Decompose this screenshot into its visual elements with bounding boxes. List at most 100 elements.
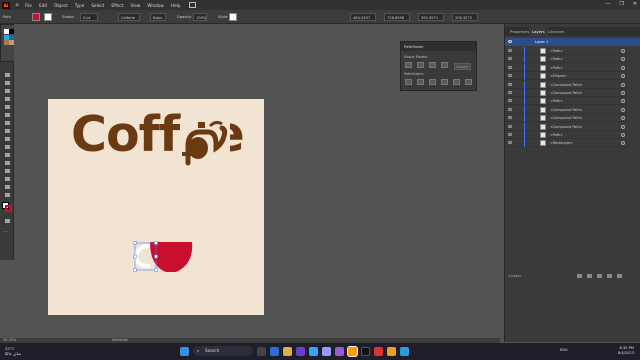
menu-file[interactable]: File [25,3,32,8]
layer-list-item[interactable]: <Path> [505,97,627,106]
rotate-tool-icon[interactable] [3,144,11,150]
merge-button[interactable] [429,79,436,85]
rectangle-tool-icon[interactable] [3,112,11,118]
shaper-tool-icon[interactable] [3,128,11,134]
workspace-grid-icon[interactable] [189,2,197,8]
eyedropper-tool-icon[interactable] [3,176,11,182]
coffee-pot-graphic[interactable] [180,118,230,166]
eraser-tool-icon[interactable] [3,136,11,142]
menu-edit[interactable]: Edit [39,3,47,8]
eye-icon[interactable] [508,99,512,103]
file-explorer-icon[interactable] [283,346,292,356]
paintbrush-tool-icon[interactable] [3,120,11,126]
layer-list-item[interactable]: <Path> [505,131,627,139]
unite-button[interactable] [405,62,412,68]
new-layer-icon[interactable] [607,274,612,278]
task-view-icon[interactable] [257,346,266,356]
eye-icon[interactable] [508,116,512,120]
edge-icon[interactable] [270,346,279,356]
eye-icon[interactable] [508,74,512,78]
fill-swatch[interactable] [32,13,40,21]
target-icon[interactable] [621,133,625,137]
target-icon[interactable] [621,49,625,53]
layer-list-item[interactable]: <Compound Path> [505,114,627,123]
eye-icon[interactable] [508,141,512,145]
target-icon[interactable] [621,99,625,104]
after-effects-icon[interactable] [335,346,344,356]
trim-button[interactable] [417,79,424,85]
browser-icon[interactable] [387,346,396,356]
width-tool-icon[interactable] [3,160,11,166]
outline-button[interactable] [453,79,460,85]
weather-widget[interactable]: 25°C صافٍ غالبًا [5,346,21,356]
minimize-button[interactable]: — [605,1,610,7]
target-icon[interactable] [621,65,625,70]
height-input[interactable]: 206.3272 px [452,13,478,28]
target-icon[interactable] [621,57,625,62]
eye-icon[interactable] [508,124,512,128]
eye-icon[interactable] [508,82,512,86]
variable-width-select[interactable]: Uniform [118,13,140,21]
close-button[interactable]: ✕ [633,1,637,7]
target-icon[interactable] [621,141,625,146]
target-icon[interactable] [621,116,625,121]
layer-list-item[interactable]: <Ellipse> [505,72,627,81]
eye-icon[interactable] [508,49,512,52]
tiktok-icon[interactable] [361,346,370,356]
exclude-button[interactable] [441,62,448,68]
layer-list-item[interactable]: <Compound Path> [505,105,627,114]
coffee-cup-graphic[interactable] [130,238,200,278]
more-tools-icon[interactable]: ··· [3,229,8,235]
selection-tool-icon[interactable] [3,72,11,78]
store-icon[interactable] [296,346,305,356]
stroke-swatch[interactable] [44,13,52,21]
eye-icon[interactable] [508,65,512,69]
x-coordinate-input[interactable]: 464.2407 px [350,13,376,28]
opacity-input[interactable]: 100% [193,13,207,21]
tab-libraries[interactable]: Libraries [545,27,567,36]
menu-type[interactable]: Type [75,3,85,8]
search-box[interactable]: ⌕ Search [193,346,253,356]
y-coordinate-input[interactable]: 726.6956 px [384,13,410,28]
clock[interactable]: 8:35 PM 8/4/2023 [618,346,634,356]
menu-view[interactable]: View [130,3,140,8]
new-sublayer-icon[interactable] [597,274,602,278]
divide-button[interactable] [405,79,412,85]
premiere-icon[interactable] [322,346,331,356]
zoom-tool-icon[interactable] [3,192,11,198]
menu-select[interactable]: Select [91,3,104,8]
layer-list-item[interactable]: <Compound Path> [505,80,627,89]
screen-mode-icon[interactable] [3,218,11,224]
tray-language[interactable]: ENG [560,348,568,352]
layer-1-row[interactable]: Layer 1 [505,38,640,46]
home-icon[interactable]: ⌂ [13,2,21,8]
layer-list-item[interactable]: <Rectangle> [505,139,627,148]
brush-select[interactable]: Basic [150,13,166,21]
menu-help[interactable]: Help [171,3,181,8]
menu-object[interactable]: Object [54,3,68,8]
target-icon[interactable] [621,124,625,129]
target-icon[interactable] [621,91,625,95]
menu-effect[interactable]: Effect [111,3,123,8]
target-icon[interactable] [621,74,625,79]
eye-icon[interactable] [508,91,512,94]
minus-back-button[interactable] [465,79,472,85]
target-icon[interactable] [621,82,625,87]
fill-stroke-icon[interactable] [2,202,12,212]
start-icon[interactable] [180,346,189,356]
scale-tool-icon[interactable] [3,152,11,158]
media-icon[interactable] [374,346,383,356]
maximize-button[interactable]: ❐ [619,1,623,7]
hand-tool-icon[interactable] [3,184,11,190]
eye-icon[interactable] [508,57,512,61]
width-input[interactable]: 395.3971 px [418,13,444,28]
crop-button[interactable] [441,79,448,85]
style-swatch[interactable] [229,13,237,21]
intersect-button[interactable] [429,62,436,68]
type-tool-icon[interactable] [3,96,11,102]
stroke-weight-input[interactable]: 0 pt [80,13,98,21]
menu-window[interactable]: Window [147,3,164,8]
pen-tool-icon[interactable] [3,88,11,94]
eye-icon[interactable] [508,133,512,136]
locate-object-icon[interactable] [577,274,582,278]
